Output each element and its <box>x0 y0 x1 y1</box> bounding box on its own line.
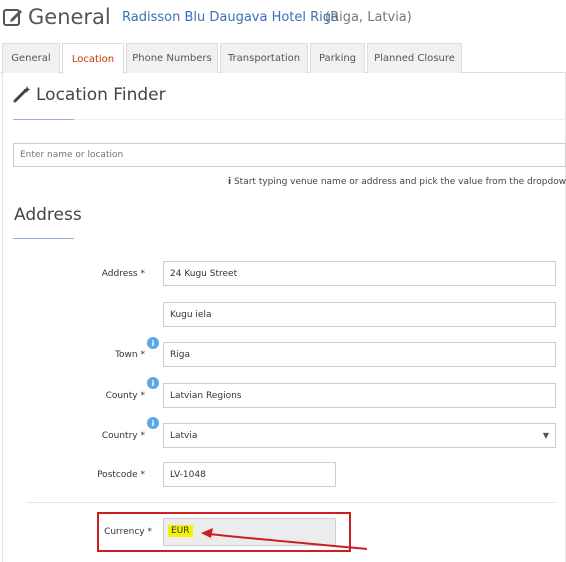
caret-down-icon: ▼ <box>542 431 549 440</box>
location-search-input[interactable] <box>13 143 566 167</box>
town-label: Town * <box>115 350 145 360</box>
edit-icon <box>3 9 22 26</box>
annotation-arrow-icon <box>201 528 368 550</box>
location-finder-title: Location Finder <box>36 85 166 105</box>
county-label: County * <box>105 391 145 401</box>
magic-wand-icon <box>13 86 31 103</box>
county-info-icon[interactable]: i <box>147 377 159 389</box>
postcode-label: Postcode * <box>97 470 145 480</box>
tab-parking[interactable]: Parking <box>310 43 365 73</box>
tab-location[interactable]: Location <box>62 43 124 74</box>
tab-transportation[interactable]: Transportation <box>220 43 308 73</box>
postcode-input[interactable]: LV-1048 <box>163 462 336 487</box>
currency-value: EUR <box>168 525 193 537</box>
county-input[interactable]: Latvian Regions <box>163 383 556 408</box>
address-line2-input[interactable]: Kugu iela <box>163 302 556 327</box>
country-value: Latvia <box>170 430 198 441</box>
address-title: Address <box>14 205 82 225</box>
page-title: General <box>28 5 111 29</box>
location-hint: i Start typing venue name or address and… <box>228 177 566 187</box>
tab-planned-closure[interactable]: Planned Closure <box>367 43 462 73</box>
country-select[interactable]: Latvia ▼ <box>163 423 556 448</box>
address-line1-input[interactable]: 24 Kugu Street <box>163 261 556 286</box>
town-input[interactable]: Riga <box>163 342 556 367</box>
currency-label: Currency * <box>104 527 152 537</box>
tab-phone-numbers[interactable]: Phone Numbers <box>126 43 218 73</box>
town-info-icon[interactable]: i <box>147 337 159 349</box>
hotel-location: (Riga, Latvia) <box>325 10 412 25</box>
info-icon: i <box>228 177 232 187</box>
address-label: Address * <box>101 269 145 279</box>
tab-general[interactable]: General <box>2 43 60 73</box>
country-label: Country * <box>101 431 145 441</box>
country-info-icon[interactable]: i <box>147 417 159 429</box>
hint-text: Start typing venue name or address and p… <box>233 177 566 187</box>
hotel-name-link[interactable]: Radisson Blu Daugava Hotel Riga <box>122 10 339 25</box>
